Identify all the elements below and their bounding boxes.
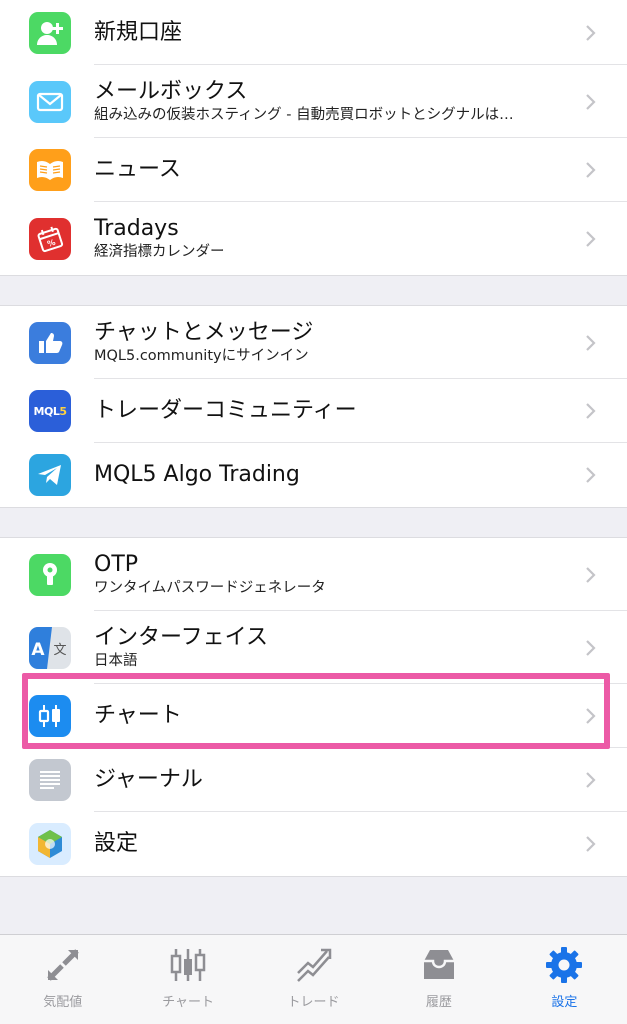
chevron-right-icon [586, 24, 596, 41]
menu-item-chart[interactable]: チャート [0, 684, 627, 748]
menu-item-chat-messages[interactable]: チャットとメッセージ MQL5.communityにサインイン [0, 306, 627, 379]
menu-item-subtitle: 経済指標カレンダー [94, 244, 225, 260]
tab-bar: 気配値 チャート トレード 履歴 設定 [0, 934, 627, 1024]
chevron-right-icon [586, 566, 596, 583]
chevron-right-icon [586, 772, 596, 788]
mql5-logo-icon: MQL5 [29, 390, 71, 432]
menu-item-trader-community[interactable]: MQL5 トレーダーコミュニティー [0, 379, 627, 443]
tab-label: 設定 [551, 995, 578, 1010]
chevron-right-icon [586, 708, 596, 724]
keyhole-icon [29, 553, 71, 596]
menu-item-subtitle: 組み込みの仮装ホスティング - 自動売買ロボットとシグナルは… [94, 107, 514, 123]
menu-item-interface[interactable]: A文 インターフェイス 日本語 [0, 611, 627, 684]
settings-list: 新規口座 メールボックス 組み込みの仮装ホスティング - 自動売買ロボットとシグ… [0, 0, 627, 877]
metatrader-icon [29, 823, 71, 865]
tab-settings[interactable]: 設定 [502, 935, 627, 1024]
tab-trade[interactable]: トレード [251, 935, 376, 1024]
group-community: チャットとメッセージ MQL5.communityにサインイン MQL5 トレー… [0, 305, 627, 508]
menu-item-title: OTP [94, 552, 139, 577]
menu-item-subtitle: ワンタイムパスワードジェネレータ [94, 580, 326, 596]
menu-item-title: トレーダーコミュニティー [94, 398, 357, 423]
menu-item-title: ジャーナル [94, 767, 203, 792]
menu-item-title: 設定 [94, 831, 139, 856]
menu-item-news[interactable]: ニュース [0, 138, 627, 202]
menu-item-title: チャットとメッセージ [94, 320, 314, 345]
menu-item-journal[interactable]: ジャーナル [0, 748, 627, 812]
menu-item-title: MQL5 Algo Trading [94, 462, 300, 487]
mail-icon [29, 80, 71, 123]
thumbs-up-icon [29, 321, 71, 364]
chevron-right-icon [586, 93, 596, 110]
chevron-right-icon [586, 836, 596, 852]
menu-item-algo-trading[interactable]: MQL5 Algo Trading [0, 443, 627, 507]
tab-chart[interactable]: チャート [125, 935, 250, 1024]
menu-item-new-account[interactable]: 新規口座 [0, 0, 627, 65]
add-user-icon [29, 11, 71, 54]
tab-label: トレード [287, 995, 340, 1010]
menu-item-settings[interactable]: 設定 [0, 812, 627, 876]
inbox-tray-icon [419, 945, 459, 985]
menu-item-subtitle: 日本語 [94, 653, 138, 669]
menu-item-title: 新規口座 [94, 19, 183, 45]
candlestick-icon [29, 695, 71, 737]
tab-label: チャート [162, 995, 215, 1010]
group-account: 新規口座 メールボックス 組み込みの仮装ホスティング - 自動売買ロボットとシグ… [0, 0, 627, 276]
group-settings: OTP ワンタイムパスワードジェネレータ A文 インターフェイス 日本語 チャー… [0, 537, 627, 877]
menu-item-title: Tradays [94, 216, 179, 241]
tab-quotes[interactable]: 気配値 [0, 935, 125, 1024]
tab-label: 履歴 [425, 995, 452, 1010]
trade-trend-icon [294, 945, 334, 985]
chevron-right-icon [586, 162, 596, 178]
menu-item-otp[interactable]: OTP ワンタイムパスワードジェネレータ [0, 538, 627, 611]
menu-item-title: メールボックス [94, 79, 248, 104]
chevron-right-icon [586, 639, 596, 656]
chevron-right-icon [586, 467, 596, 483]
telegram-icon [29, 454, 71, 496]
chevron-right-icon [586, 230, 596, 247]
translate-icon: A文 [29, 626, 71, 669]
svg-text:A: A [31, 640, 45, 660]
menu-item-title: インターフェイス [94, 625, 269, 650]
journal-icon [29, 759, 71, 801]
menu-item-title: チャート [94, 703, 182, 728]
menu-item-subtitle: MQL5.communityにサインイン [94, 348, 309, 364]
chevron-right-icon [586, 334, 596, 351]
chevron-right-icon [586, 403, 596, 419]
menu-item-mailbox[interactable]: メールボックス 組み込みの仮装ホスティング - 自動売買ロボットとシグナルは… [0, 65, 627, 138]
gear-icon [544, 945, 584, 985]
quotes-arrows-icon [43, 945, 83, 985]
menu-item-title: ニュース [94, 157, 181, 182]
tab-history[interactable]: 履歴 [376, 935, 501, 1024]
book-icon [29, 149, 71, 191]
svg-text:文: 文 [53, 643, 66, 658]
tab-label: 気配値 [43, 995, 83, 1010]
candlestick-tab-icon [168, 945, 208, 985]
menu-item-tradays[interactable]: % Tradays 経済指標カレンダー [0, 202, 627, 275]
calendar-icon: % [29, 217, 71, 260]
